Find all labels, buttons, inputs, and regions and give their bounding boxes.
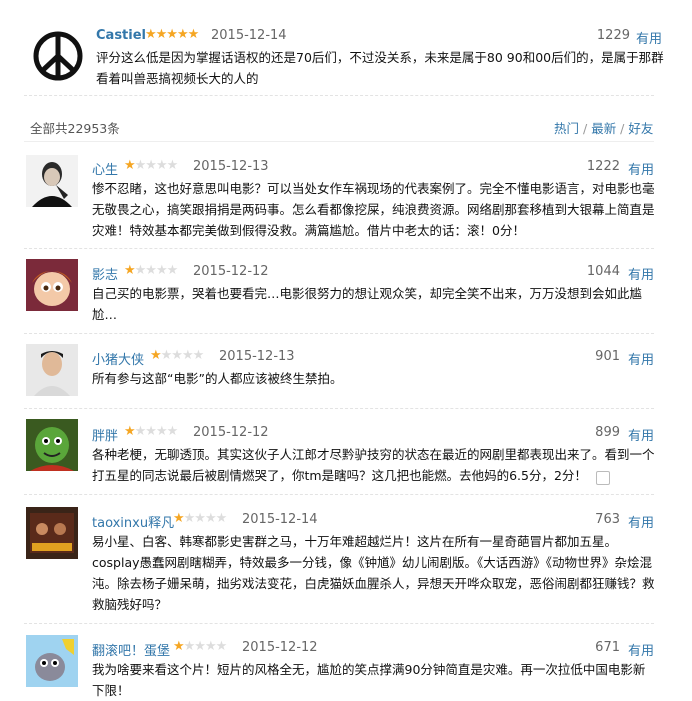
username-link[interactable]: taoxinxu释凡 bbox=[92, 512, 174, 531]
vote-count: 1044 bbox=[586, 264, 620, 279]
divider bbox=[24, 623, 654, 624]
useful-button[interactable]: 有用 bbox=[628, 264, 654, 283]
avatar[interactable] bbox=[26, 344, 78, 396]
review-date: 2015-12-14 bbox=[211, 28, 287, 43]
avatar[interactable] bbox=[26, 259, 78, 311]
username-link[interactable]: 心生 bbox=[92, 159, 118, 178]
rating-stars: ★★★★★ bbox=[173, 639, 227, 654]
vote-count: 1229 bbox=[596, 28, 630, 43]
divider bbox=[24, 248, 654, 249]
useful-button[interactable]: 有用 bbox=[628, 512, 654, 531]
top-review: Castiel ★★★★★ 2015-12-14 1229 有用 评分这么低是因… bbox=[0, 0, 692, 100]
username-link[interactable]: 小猪大侠 bbox=[92, 349, 144, 368]
review-date: 2015-12-12 bbox=[242, 640, 318, 655]
sort-options: 热门 / 最新 / 好友 bbox=[554, 118, 653, 137]
avatar[interactable] bbox=[26, 635, 78, 687]
comment-text: 各种老梗，无聊透顶。其实这伙子人江郎才尽黔驴技穷的状态在最近的网剧里都表现出来了… bbox=[92, 447, 655, 483]
comment-text: 自己买的电影票，哭着也要看完…电影很努力的想让观众笑，却完全笑不出来，万万没想到… bbox=[92, 286, 643, 322]
rating-stars: ★★★★★ bbox=[145, 27, 199, 42]
divider bbox=[24, 141, 654, 142]
review-date: 2015-12-12 bbox=[193, 425, 269, 440]
avatar[interactable] bbox=[26, 155, 78, 207]
divider bbox=[24, 333, 654, 334]
divider bbox=[24, 494, 654, 495]
useful-button[interactable]: 有用 bbox=[628, 425, 654, 444]
username-link[interactable]: 翻滚吧！蛋堡 bbox=[92, 640, 170, 659]
useful-button[interactable]: 有用 bbox=[628, 159, 654, 178]
review-date: 2015-12-12 bbox=[193, 264, 269, 279]
review-date: 2015-12-13 bbox=[219, 349, 295, 364]
total-count: 全部共22953条 bbox=[30, 121, 120, 136]
comment-text: 所有参与这部“电影”的人都应该被终生禁拍。 bbox=[92, 371, 343, 386]
review-date: 2015-12-14 bbox=[242, 512, 318, 527]
comment-text: 惨不忍睹，这也好意思叫电影？可以当处女作车祸现场的代表案例了。完全不懂电影语言，… bbox=[92, 181, 655, 238]
rating-stars: ★★★★★ bbox=[124, 424, 178, 439]
comment-text: 我为啥要来看这个片！短片的风格全无，尴尬的笑点撑满90分钟简直是灾难。再一次拉低… bbox=[92, 662, 646, 698]
sort-new-link[interactable]: 最新 bbox=[591, 121, 616, 136]
divider bbox=[24, 408, 654, 409]
review-date: 2015-12-13 bbox=[193, 159, 269, 174]
avatar[interactable] bbox=[26, 419, 78, 471]
vote-count: 671 bbox=[595, 640, 620, 655]
username-link[interactable]: 影志 bbox=[92, 264, 118, 283]
vote-count: 899 bbox=[595, 425, 620, 440]
useful-button[interactable]: 有用 bbox=[628, 349, 654, 368]
rating-stars: ★★★★★ bbox=[124, 158, 178, 173]
divider bbox=[24, 95, 654, 96]
username-link[interactable]: 胖胖 bbox=[92, 425, 118, 444]
report-icon[interactable] bbox=[596, 471, 610, 485]
vote-count: 1222 bbox=[586, 159, 620, 174]
rating-stars: ★★★★★ bbox=[150, 348, 204, 363]
comment-text: 易小星、白客、韩寒都影史害群之马，十万年难超越烂片！这片在所有一星奇葩冒片都加五… bbox=[92, 534, 655, 612]
rating-stars: ★★★★★ bbox=[173, 511, 227, 526]
avatar[interactable] bbox=[26, 507, 78, 559]
review-text: 评分这么低是因为掌握话语权的还是70后们，不过没关系，未来是属于80 90和00… bbox=[96, 50, 664, 86]
sort-separator: / bbox=[616, 121, 629, 136]
useful-button[interactable]: 有用 bbox=[628, 640, 654, 659]
vote-count: 901 bbox=[595, 349, 620, 364]
sort-separator: / bbox=[579, 121, 592, 136]
sort-friends-link[interactable]: 好友 bbox=[628, 121, 653, 136]
rating-stars: ★★★★★ bbox=[124, 263, 178, 278]
username-link[interactable]: Castiel bbox=[96, 28, 146, 43]
useful-button[interactable]: 有用 bbox=[636, 28, 662, 47]
vote-count: 763 bbox=[595, 512, 620, 527]
sort-hot-link[interactable]: 热门 bbox=[554, 121, 579, 136]
peace-symbol-avatar[interactable] bbox=[32, 30, 84, 82]
